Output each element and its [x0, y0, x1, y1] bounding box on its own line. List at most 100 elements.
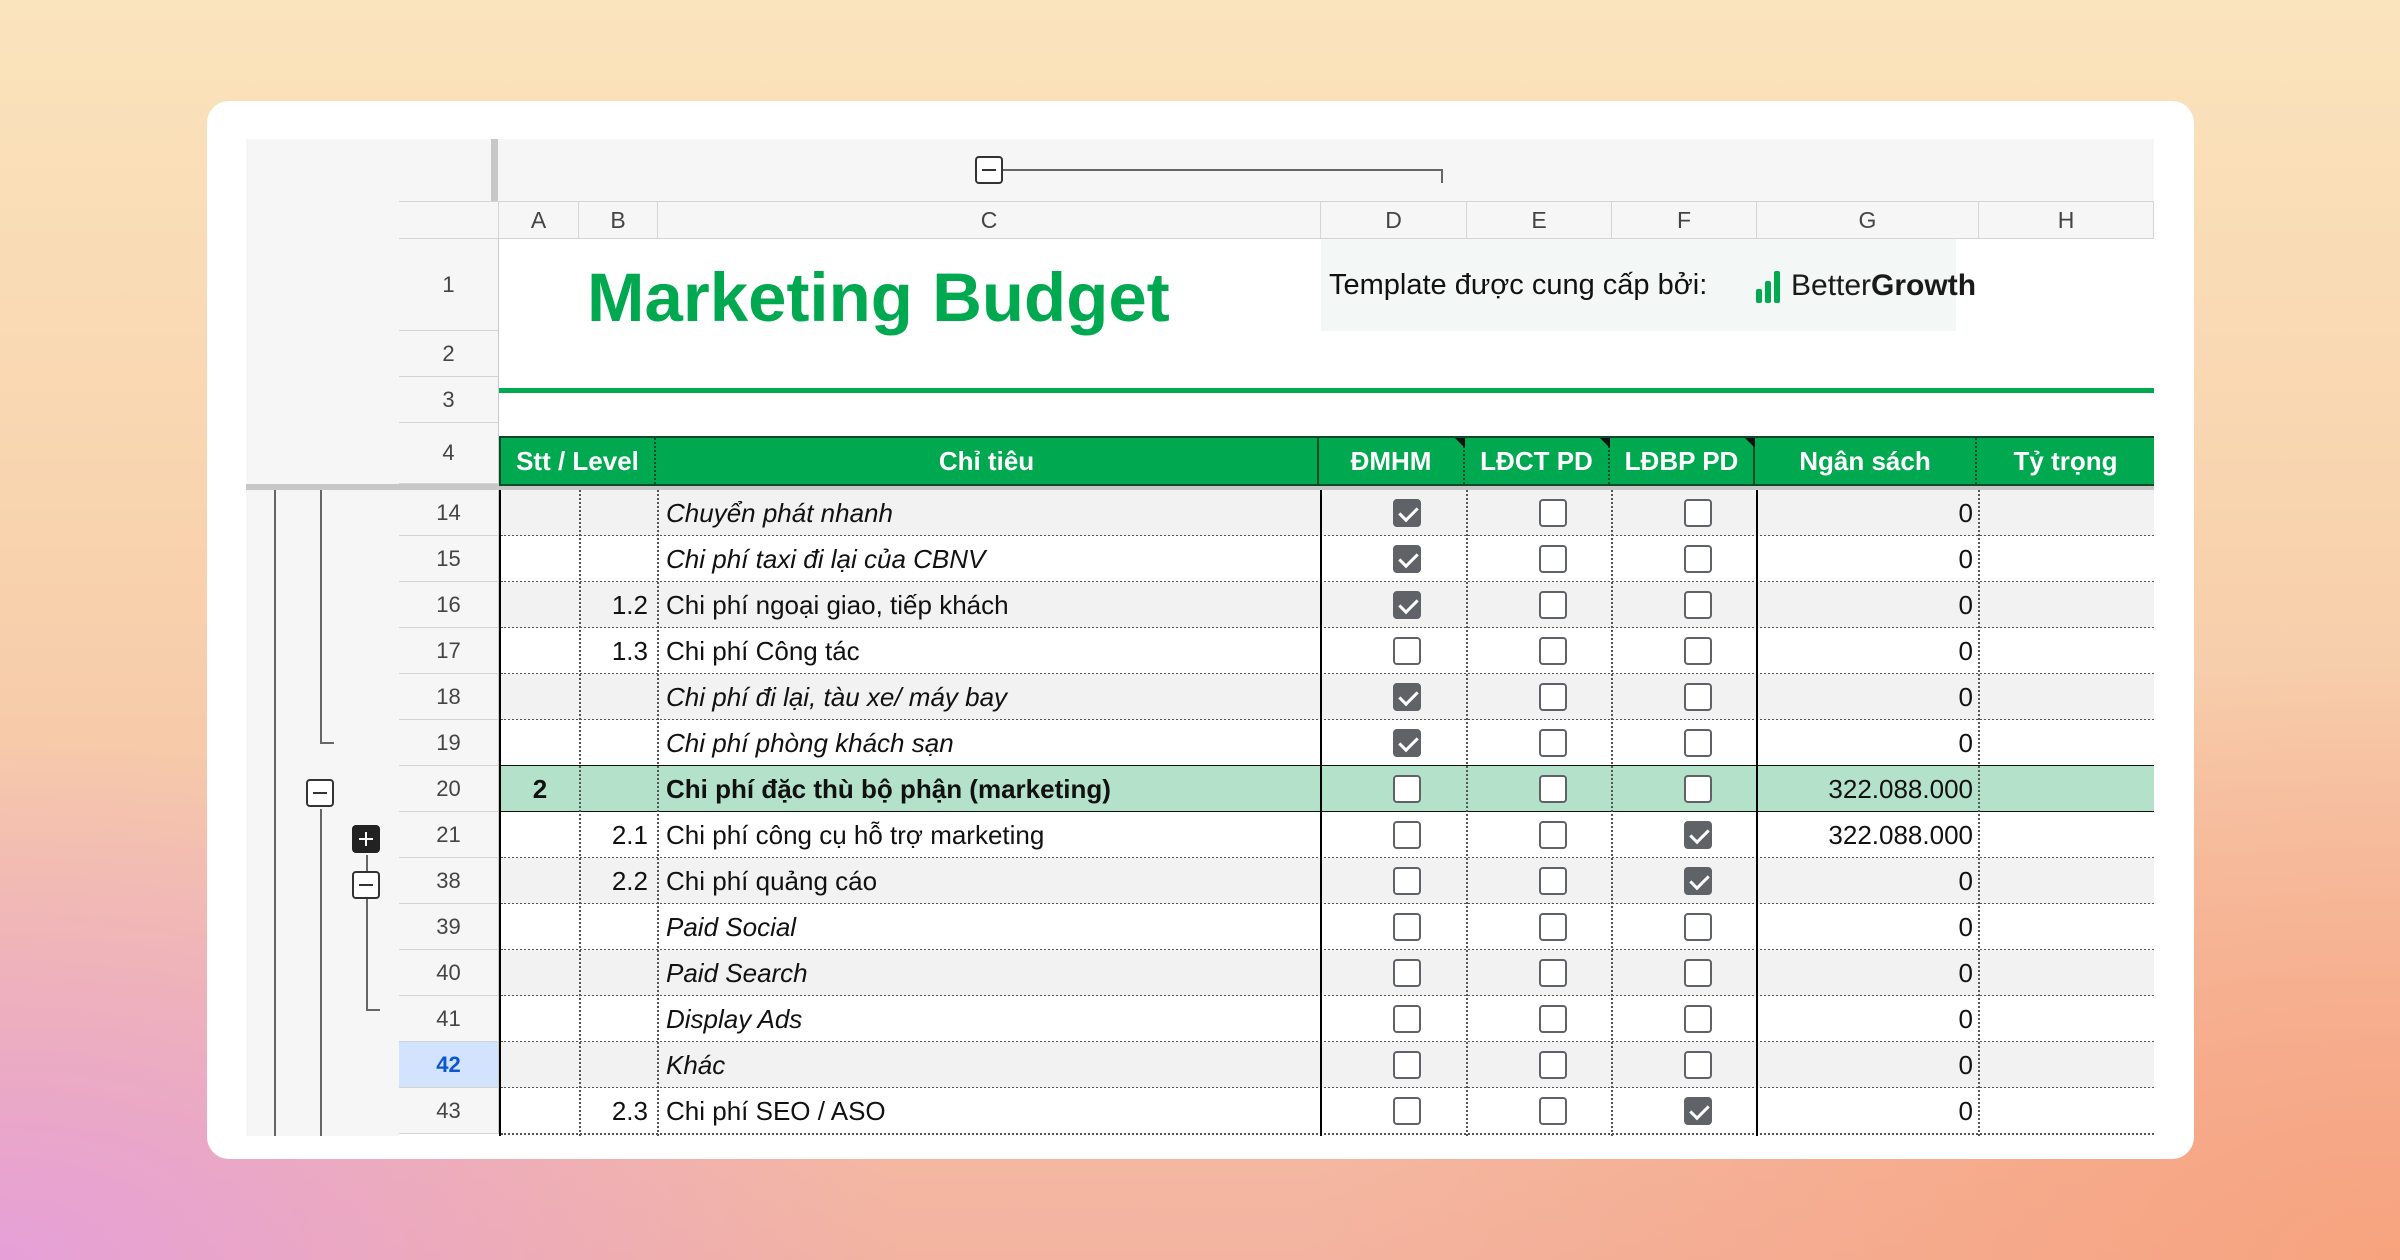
cell-ty-trong[interactable] — [1979, 904, 2154, 950]
cell-ngan-sach[interactable]: 0 — [1757, 1088, 1979, 1134]
checkbox-unchecked[interactable] — [1539, 959, 1567, 987]
row-group-expand-button[interactable] — [352, 825, 380, 853]
row-header-1[interactable]: 1 — [399, 239, 499, 331]
checkbox-checked[interactable] — [1393, 545, 1421, 573]
checkbox-unchecked[interactable] — [1684, 1051, 1712, 1079]
checkbox-unchecked[interactable] — [1684, 913, 1712, 941]
cell-chi-tieu[interactable]: Chi phí SEO / ASO — [658, 1088, 1321, 1134]
cell-ty-trong[interactable] — [1979, 996, 2154, 1042]
checkbox-unchecked[interactable] — [1539, 499, 1567, 527]
cell-stt[interactable] — [501, 582, 579, 628]
cell-ngan-sach[interactable]: 322.088.000 — [1757, 812, 1979, 858]
row-header-40[interactable]: 40 — [399, 950, 499, 996]
cell-ngan-sach[interactable]: 322.088.000 — [1757, 766, 1979, 812]
column-header-h[interactable]: H — [1979, 201, 2154, 239]
checkbox-unchecked[interactable] — [1393, 1005, 1421, 1033]
cell-chi-tieu[interactable]: Display Ads — [658, 996, 1321, 1042]
checkbox-unchecked[interactable] — [1539, 683, 1567, 711]
cell-ty-trong[interactable] — [1979, 674, 2154, 720]
checkbox-unchecked[interactable] — [1539, 1097, 1567, 1125]
select-all-corner[interactable] — [399, 201, 499, 239]
cell-chi-tieu[interactable]: Chi phí Công tác — [658, 628, 1321, 674]
checkbox-unchecked[interactable] — [1539, 637, 1567, 665]
checkbox-unchecked[interactable] — [1684, 545, 1712, 573]
checkbox-unchecked[interactable] — [1684, 499, 1712, 527]
column-header-e[interactable]: E — [1467, 201, 1612, 239]
checkbox-unchecked[interactable] — [1393, 867, 1421, 895]
cell-stt[interactable] — [501, 536, 579, 582]
cell-chi-tieu[interactable]: Khác — [658, 1042, 1321, 1088]
cell-stt[interactable]: 2 — [501, 766, 579, 812]
checkbox-unchecked[interactable] — [1539, 913, 1567, 941]
row-header-38[interactable]: 38 — [399, 858, 499, 904]
cell-ngan-sach[interactable]: 0 — [1757, 628, 1979, 674]
cell-stt[interactable] — [501, 1088, 579, 1134]
column-header-a[interactable]: A — [499, 201, 579, 239]
cell-chi-tieu[interactable]: Chi phí công cụ hỗ trợ marketing — [658, 812, 1321, 858]
cell-ngan-sach[interactable]: 0 — [1757, 720, 1979, 766]
cell-level[interactable]: 2.1 — [579, 812, 658, 858]
checkbox-checked[interactable] — [1393, 683, 1421, 711]
cell-ngan-sach[interactable]: 0 — [1757, 490, 1979, 536]
row-header-3[interactable]: 3 — [399, 377, 499, 423]
cell-level[interactable] — [579, 950, 658, 996]
row-header-43[interactable]: 43 — [399, 1088, 499, 1134]
checkbox-checked[interactable] — [1684, 867, 1712, 895]
row-header-39[interactable]: 39 — [399, 904, 499, 950]
row-header-42[interactable]: 42 — [399, 1042, 499, 1088]
cell-level[interactable] — [579, 1042, 658, 1088]
cell-level[interactable] — [579, 904, 658, 950]
checkbox-unchecked[interactable] — [1539, 729, 1567, 757]
checkbox-checked[interactable] — [1393, 499, 1421, 527]
row-header-17[interactable]: 17 — [399, 628, 499, 674]
checkbox-unchecked[interactable] — [1684, 591, 1712, 619]
cell-ty-trong[interactable] — [1979, 812, 2154, 858]
checkbox-unchecked[interactable] — [1393, 821, 1421, 849]
cell-chi-tieu[interactable]: Paid Social — [658, 904, 1321, 950]
cell-stt[interactable] — [501, 904, 579, 950]
cell-stt[interactable] — [501, 812, 579, 858]
comment-marker[interactable] — [1600, 438, 1610, 448]
cell-ngan-sach[interactable]: 0 — [1757, 996, 1979, 1042]
checkbox-unchecked[interactable] — [1539, 867, 1567, 895]
cell-level[interactable] — [579, 674, 658, 720]
checkbox-unchecked[interactable] — [1393, 775, 1421, 803]
cell-level[interactable] — [579, 490, 658, 536]
cell-ngan-sach[interactable]: 0 — [1757, 582, 1979, 628]
checkbox-unchecked[interactable] — [1539, 775, 1567, 803]
cell-ty-trong[interactable] — [1979, 720, 2154, 766]
cell-level[interactable] — [579, 536, 658, 582]
cell-stt[interactable] — [501, 720, 579, 766]
cell-ty-trong[interactable] — [1979, 858, 2154, 904]
cell-ngan-sach[interactable]: 0 — [1757, 904, 1979, 950]
row-header-18[interactable]: 18 — [399, 674, 499, 720]
checkbox-unchecked[interactable] — [1539, 1005, 1567, 1033]
checkbox-checked[interactable] — [1684, 1097, 1712, 1125]
checkbox-unchecked[interactable] — [1393, 1051, 1421, 1079]
checkbox-checked[interactable] — [1393, 591, 1421, 619]
cell-stt[interactable] — [501, 950, 579, 996]
cell-level[interactable] — [579, 996, 658, 1042]
cell-chi-tieu[interactable]: Chi phí đặc thù bộ phận (marketing) — [658, 766, 1321, 812]
checkbox-unchecked[interactable] — [1393, 913, 1421, 941]
checkbox-unchecked[interactable] — [1684, 729, 1712, 757]
cell-ty-trong[interactable] — [1979, 536, 2154, 582]
row-header-14[interactable]: 14 — [399, 490, 499, 536]
cell-chi-tieu[interactable]: Paid Search — [658, 950, 1321, 996]
cell-ngan-sach[interactable]: 0 — [1757, 858, 1979, 904]
cell-ty-trong[interactable] — [1979, 1042, 2154, 1088]
cell-ty-trong[interactable] — [1979, 582, 2154, 628]
cell-ngan-sach[interactable]: 0 — [1757, 1042, 1979, 1088]
cell-chi-tieu[interactable]: Chi phí ngoại giao, tiếp khách — [658, 582, 1321, 628]
row-header-16[interactable]: 16 — [399, 582, 499, 628]
column-header-d[interactable]: D — [1321, 201, 1467, 239]
column-header-c[interactable]: C — [658, 201, 1321, 239]
row-header-15[interactable]: 15 — [399, 536, 499, 582]
checkbox-unchecked[interactable] — [1684, 1005, 1712, 1033]
checkbox-unchecked[interactable] — [1539, 545, 1567, 573]
column-group-collapse-button[interactable] — [975, 156, 1003, 184]
column-header-b[interactable]: B — [579, 201, 658, 239]
row-header-21[interactable]: 21 — [399, 812, 499, 858]
row-header-19[interactable]: 19 — [399, 720, 499, 766]
checkbox-unchecked[interactable] — [1393, 1097, 1421, 1125]
